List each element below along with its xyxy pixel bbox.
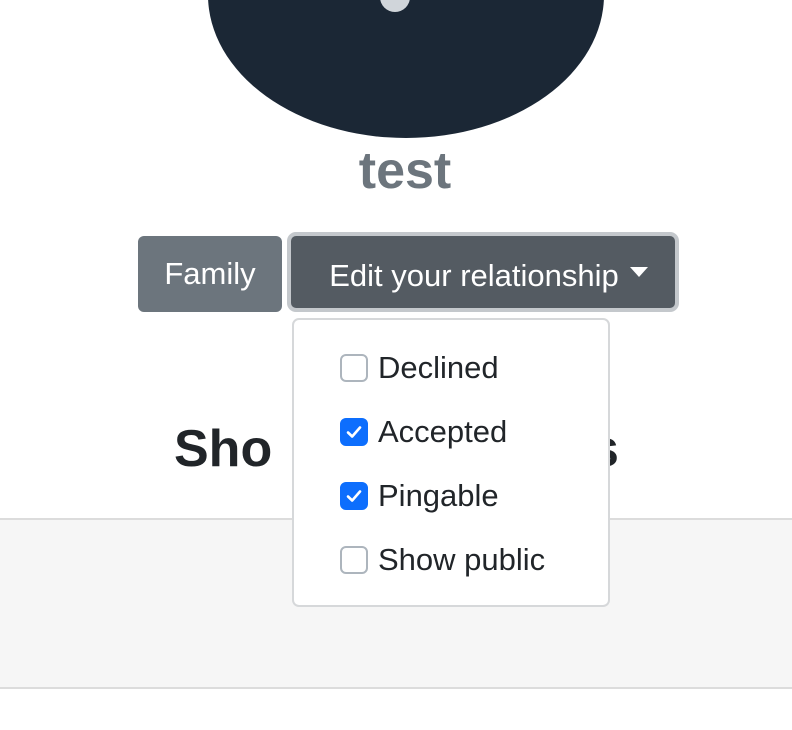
section-title-start: Sho [174,420,273,478]
family-button[interactable]: Family [138,236,282,312]
profile-username: test [358,142,452,200]
edit-relationship-button[interactable]: Edit your relationship [287,232,679,312]
option-accepted[interactable]: Accepted [340,412,507,452]
checkmark-icon [346,490,362,502]
option-label: Show public [378,542,546,577]
checkbox-accepted[interactable] [340,418,368,446]
avatar [208,0,604,138]
relationship-dropdown-menu: Declined Accepted Pingable Show public [292,318,610,607]
option-label: Pingable [378,478,499,513]
option-label: Accepted [378,414,508,449]
option-pingable[interactable]: Pingable [340,476,499,516]
checkbox-declined[interactable] [340,354,368,382]
edit-relationship-label: Edit your relationship [329,258,619,293]
option-show-public[interactable]: Show public [340,540,545,580]
checkbox-show-public[interactable] [340,546,368,574]
checkbox-pingable[interactable] [340,482,368,510]
caret-down-icon [630,267,648,277]
option-label: Declined [378,350,499,385]
option-declined[interactable]: Declined [340,348,499,388]
checkmark-icon [346,426,362,438]
